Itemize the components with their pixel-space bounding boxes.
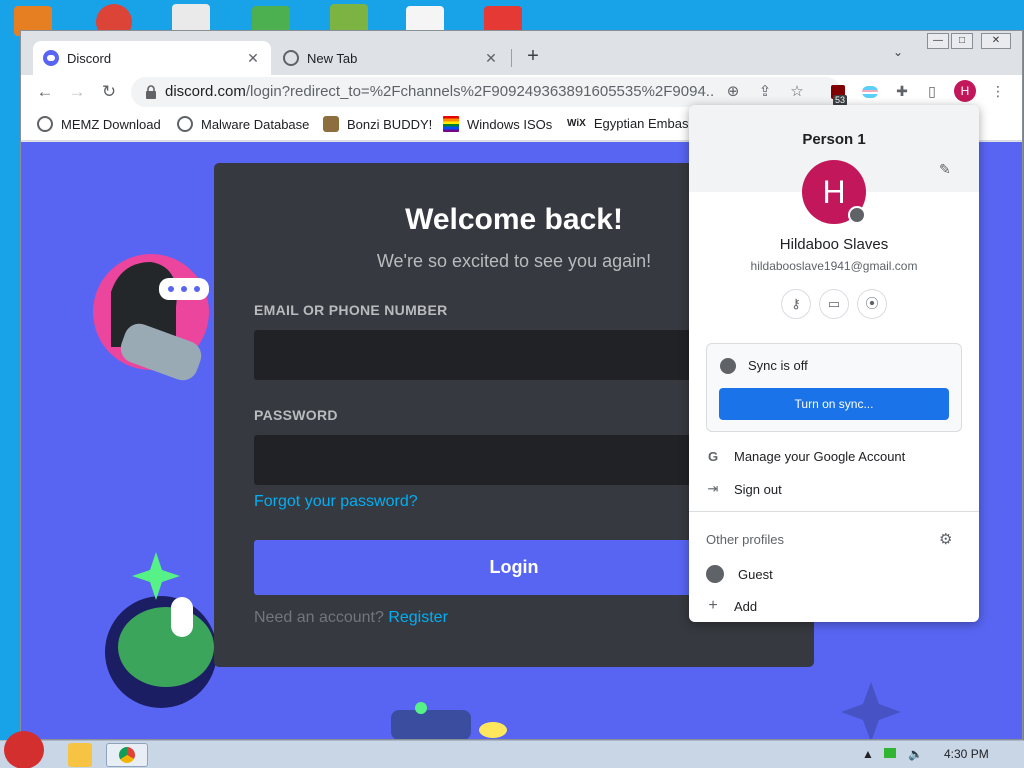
bookmark-label: Egyptian Embassy <box>593 116 702 131</box>
zoom-icon[interactable]: ⊕ <box>723 82 743 102</box>
extensions-puzzle-icon[interactable]: ✚ <box>891 80 913 102</box>
sync-box: Sync is off Turn on sync... <box>706 343 962 432</box>
chrome-favicon-icon <box>283 50 299 66</box>
clock[interactable]: 4:30 PM <box>944 747 989 761</box>
bookmark-star-icon[interactable]: ☆ <box>787 82 807 102</box>
profile-popup: Person 1 ✎ H Hildaboo Slaves hildaboosla… <box>689 105 979 622</box>
divider <box>689 511 979 512</box>
need-account-label: Need an account? <box>254 609 384 626</box>
add-label: Add <box>734 598 758 614</box>
bookmark-malware-database[interactable]: Malware Database <box>177 116 309 132</box>
network-icon[interactable] <box>884 747 896 761</box>
url-host: discord.com <box>165 83 246 100</box>
bookmark-windows-isos[interactable]: Windows ISOs <box>443 116 552 132</box>
tab-search-chevron-icon[interactable]: ⌄ <box>893 45 903 59</box>
globe-icon <box>37 116 53 132</box>
email-label: EMAIL OR PHONE NUMBER <box>254 302 448 318</box>
passwords-key-icon[interactable]: ⚷ <box>781 289 811 319</box>
url-path: /login?redirect_to=%2Fchannels%2F9092493… <box>245 83 713 100</box>
guest-profile-item[interactable]: Guest <box>706 565 773 583</box>
url-text[interactable]: discord.com/login?redirect_to=%2Fchannel… <box>165 83 713 100</box>
wix-icon: WiX <box>567 118 586 129</box>
add-profile-item[interactable]: + Add <box>706 597 757 615</box>
other-profiles-heading: Other profiles <box>706 532 785 547</box>
bonzi-icon <box>323 116 339 132</box>
taskbar-explorer-icon[interactable] <box>68 743 92 767</box>
address-bar[interactable]: discord.com/login?redirect_to=%2Fchannel… <box>131 77 841 107</box>
sync-off-icon <box>720 358 736 374</box>
sign-out-item[interactable]: ⇥ Sign out <box>706 481 782 497</box>
share-icon[interactable]: ⇪ <box>755 82 775 102</box>
sync-status: Sync is off <box>748 358 808 373</box>
illustration-left <box>93 254 209 381</box>
forward-button[interactable]: → <box>65 80 89 104</box>
tab-strip: Discord ✕ New Tab ✕ + ⌄ — □ ✕ <box>21 31 1022 75</box>
reload-button[interactable]: ↻ <box>97 80 121 104</box>
turn-on-sync-button[interactable]: Turn on sync... <box>719 388 949 420</box>
close-tab-icon[interactable]: ✕ <box>245 50 261 67</box>
profile-email: hildabooslave1941@gmail.com <box>750 259 918 273</box>
tab-separator <box>511 49 512 67</box>
tab-discord[interactable]: Discord ✕ <box>33 41 271 75</box>
bookmark-label: Malware Database <box>201 116 310 132</box>
illustration-bottom-center <box>391 702 507 739</box>
back-button[interactable]: ← <box>33 80 57 104</box>
tray-expand-icon[interactable]: ▲ <box>862 747 874 761</box>
manage-profiles-gear-icon[interactable]: ⚙ <box>939 530 952 548</box>
edit-pencil-icon[interactable]: ✎ <box>939 161 951 178</box>
menu-kebab-icon[interactable]: ⋮ <box>987 80 1009 102</box>
illustration-right <box>841 682 901 739</box>
close-tab-icon[interactable]: ✕ <box>483 50 499 67</box>
volume-icon[interactable]: 🔈 <box>908 747 923 761</box>
bookmark-egyptian-embassy[interactable]: WiX Egyptian Embassy <box>567 116 701 131</box>
lock-icon <box>146 85 156 99</box>
pride-flag-extension-icon[interactable] <box>859 80 881 102</box>
register-link[interactable]: Register <box>388 609 448 626</box>
manage-account-label: Manage your Google Account <box>734 449 906 464</box>
bookmark-bonzi-buddy[interactable]: Bonzi BUDDY! <box>323 116 432 132</box>
sync-off-badge-icon <box>848 206 866 224</box>
globe-icon <box>177 116 193 132</box>
profile-name: Hildaboo Slaves <box>779 236 889 253</box>
need-account-text: Need an account? Register <box>254 609 448 627</box>
guest-person-icon <box>706 565 724 583</box>
tab-title: New Tab <box>307 50 358 66</box>
close-window-button[interactable]: ✕ <box>981 33 1011 49</box>
illustration-bottom-left <box>105 552 217 708</box>
start-button-angry-bird-icon[interactable] <box>4 731 44 768</box>
new-tab-button[interactable]: + <box>521 44 545 68</box>
chrome-icon <box>119 747 135 763</box>
bookmark-memz[interactable]: MEMZ Download <box>37 116 161 132</box>
sign-out-label: Sign out <box>734 481 782 497</box>
discord-favicon-icon <box>43 50 59 66</box>
tab-title: Discord <box>67 50 112 66</box>
taskbar: ▲ 🔈 4:30 PM <box>0 731 1024 768</box>
profile-title: Person 1 <box>802 131 866 148</box>
payment-card-icon[interactable]: ▭ <box>819 289 849 319</box>
profile-avatar-button[interactable]: H <box>954 80 976 102</box>
google-g-icon: G <box>707 449 719 464</box>
forgot-password-link[interactable]: Forgot your password? <box>254 493 418 511</box>
addresses-location-icon[interactable]: ⦿ <box>857 289 887 319</box>
password-label: PASSWORD <box>254 407 338 423</box>
taskbar-chrome-button[interactable] <box>106 743 148 767</box>
sign-out-icon: ⇥ <box>707 481 719 496</box>
toolbar: ← → ↻ discord.com/login?redirect_to=%2Fc… <box>21 75 1022 109</box>
tab-new-tab[interactable]: New Tab ✕ <box>273 41 509 75</box>
side-panel-icon[interactable]: ▯ <box>921 80 943 102</box>
guest-label: Guest <box>738 566 773 582</box>
plus-icon: + <box>708 597 718 614</box>
bookmark-label: MEMZ Download <box>61 116 161 132</box>
rainbow-flag-icon <box>443 116 459 132</box>
bookmark-label: Bonzi BUDDY! <box>347 116 433 132</box>
minimize-button[interactable]: — <box>927 33 949 49</box>
bookmark-label: Windows ISOs <box>467 116 553 132</box>
maximize-button[interactable]: □ <box>951 33 973 49</box>
manage-google-account-item[interactable]: G Manage your Google Account <box>706 449 905 464</box>
